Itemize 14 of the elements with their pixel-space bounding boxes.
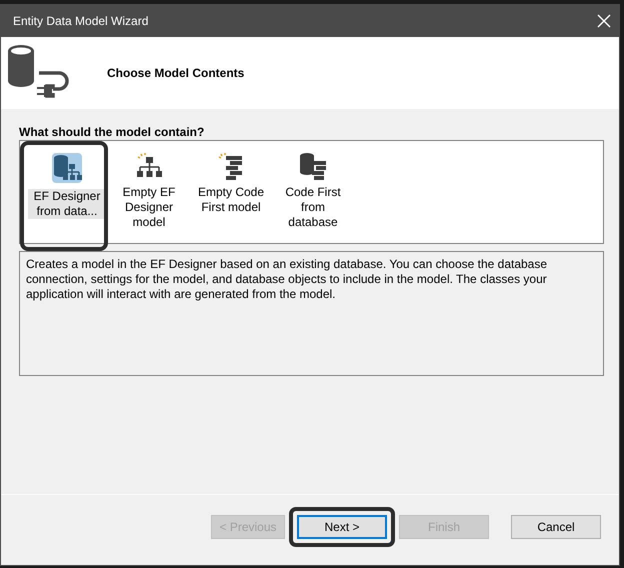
close-icon[interactable] [597,14,611,28]
code-lines-icon [218,151,244,181]
model-option[interactable]: Empty Code First model [190,149,272,217]
wizard-button[interactable]: Next > [297,515,387,539]
question-label: What should the model contain? [19,125,206,139]
wizard-button[interactable]: Cancel [511,515,601,539]
page-heading: Choose Model Contents [107,66,244,80]
model-option[interactable]: EF Designer from data... [26,149,108,221]
model-option[interactable]: Code First from database [272,149,354,232]
database-code-icon [298,151,328,181]
database-diagram-icon [50,151,84,185]
description-text: Creates a model in the EF Designer based on an existing database. You can choose the database connection, settings for the model, and database objects to include in the model. The classes your application will interact with are generated from the model. [19,251,604,376]
model-option[interactable]: Empty EF Designer model [108,149,190,232]
window-title: Entity Data Model Wizard [13,14,148,28]
